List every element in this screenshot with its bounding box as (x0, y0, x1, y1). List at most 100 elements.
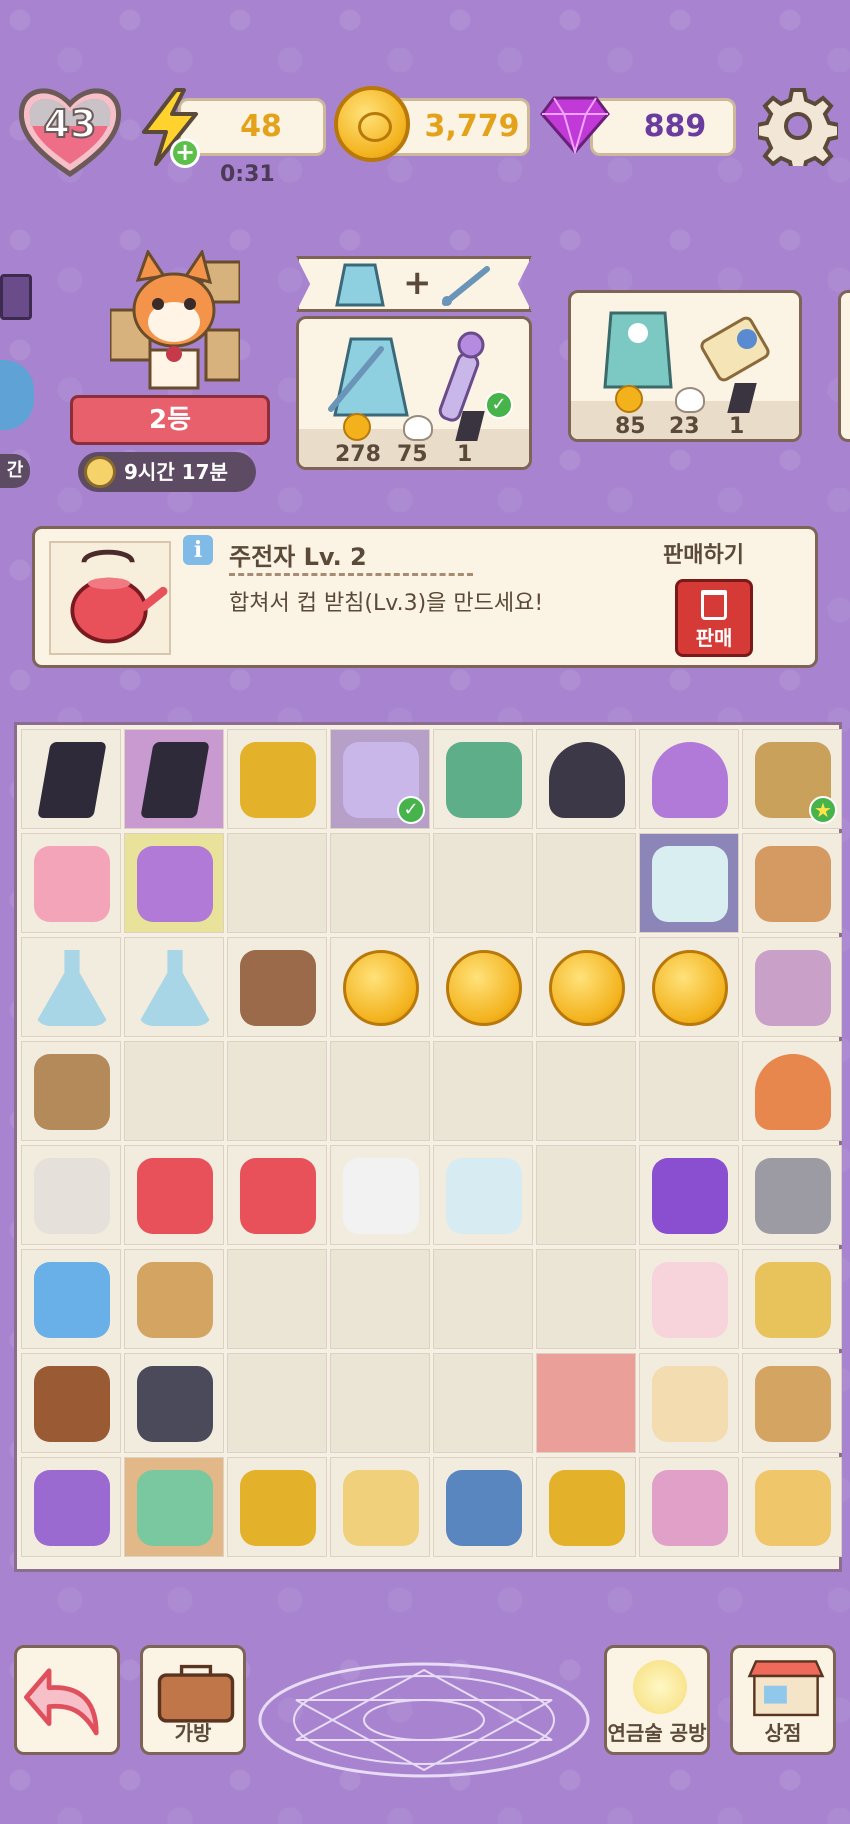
shop-button[interactable]: 상점 (730, 1645, 836, 1755)
flower-pink-icon (34, 846, 110, 922)
board-cell-mirror[interactable] (21, 1249, 121, 1349)
board-cell-bath[interactable] (639, 1457, 739, 1557)
board-cell-vest[interactable] (124, 1353, 224, 1453)
coin-icon (615, 385, 643, 413)
board-cell-empty[interactable] (536, 1353, 636, 1453)
board-cell-bones-cart[interactable] (742, 1457, 842, 1557)
board-cell-dino[interactable] (433, 729, 533, 829)
sell-button[interactable]: 판매 (675, 579, 753, 657)
undo-button[interactable] (14, 1645, 120, 1755)
cutting-board-icon (755, 846, 831, 922)
board-cell-crown[interactable] (227, 729, 327, 829)
board-cell-kettle[interactable] (227, 1145, 327, 1245)
board-cell-empty[interactable] (227, 1353, 327, 1453)
board-cell-toy-cart[interactable] (742, 1353, 842, 1453)
board-cell-chest-green[interactable] (124, 1457, 224, 1557)
board-cell-empty[interactable] (124, 1041, 224, 1141)
level-number: 43 (43, 101, 98, 147)
board-cell-bowl[interactable] (639, 833, 739, 933)
order-reward-banner: + (296, 256, 532, 312)
board-cell-wardrobe[interactable] (433, 1457, 533, 1557)
sell-button-label: 판매 (695, 626, 733, 650)
board-cell-kitchen-cart[interactable] (742, 1249, 842, 1349)
board-cell-empty[interactable] (330, 1041, 430, 1141)
board-cell-empty[interactable] (536, 1145, 636, 1245)
alchemy-icon (633, 1660, 687, 1714)
board-cell-flower-purple[interactable] (124, 833, 224, 933)
board-cell-chest-purple[interactable] (21, 1457, 121, 1557)
board-cell-scroll[interactable] (639, 1353, 739, 1453)
board-cell-harp[interactable] (124, 1249, 224, 1349)
board-cell-empty[interactable] (536, 833, 636, 933)
order-card-1[interactable]: ✓ 278 75 1 (296, 316, 532, 470)
settings-gear-icon[interactable] (758, 86, 838, 166)
board-cell-flower-pink[interactable] (21, 833, 121, 933)
board-cell-empty[interactable] (639, 1041, 739, 1141)
board-cell-coin-1[interactable] (639, 937, 739, 1037)
rank-event[interactable]: 2등 9시간 17분 (60, 230, 280, 492)
coin-icon (343, 413, 371, 441)
board-cell-coins-4[interactable] (433, 937, 533, 1037)
coin-1-icon (652, 950, 728, 1026)
board-cell-empty[interactable] (227, 833, 327, 933)
board-cell-scissors[interactable]: ★ (742, 729, 842, 829)
trash-icon (701, 590, 727, 620)
board-cell-cutting-board[interactable] (742, 833, 842, 933)
board-cell-card-dark-2[interactable] (124, 729, 224, 829)
board-cell-empty[interactable] (536, 1249, 636, 1349)
board-cell-branch[interactable] (21, 1041, 121, 1141)
board-cell-paw-gloves[interactable] (639, 1249, 739, 1349)
left-event-label: 간 (0, 454, 30, 488)
board-cell-coins-3[interactable] (536, 937, 636, 1037)
board-cell-mushroom-dark[interactable] (536, 729, 636, 829)
level-heart-icon[interactable]: 43 (14, 80, 126, 180)
board-cell-empty[interactable] (330, 1353, 430, 1453)
order1-coin-count: 278 (335, 442, 381, 467)
board-cell-chest-gold[interactable] (227, 1457, 327, 1557)
board-cell-empty[interactable] (433, 1041, 533, 1141)
board-cell-cup-glass[interactable] (21, 1145, 121, 1245)
bag-button[interactable]: 가방 (140, 1645, 246, 1755)
undo-arrow-icon (24, 1668, 99, 1736)
board-cell-mushroom-house[interactable] (742, 1041, 842, 1141)
board-cell-treasure[interactable] (536, 1457, 636, 1557)
board-cell-cabinet[interactable] (330, 1457, 430, 1557)
board-cell-wand-selected[interactable]: ✓ (330, 729, 430, 829)
board-cell-mushroom-purple[interactable] (639, 729, 739, 829)
collar-icon (34, 1366, 110, 1442)
board-cell-empty[interactable] (330, 833, 430, 933)
bag-label: 가방 (174, 1721, 212, 1745)
bath-icon (652, 1470, 728, 1546)
energy-timer: 0:31 (220, 162, 275, 187)
board-cell-card-dark[interactable] (21, 729, 121, 829)
board-cell-plate[interactable] (330, 1145, 430, 1245)
board-cell-brush[interactable] (227, 937, 327, 1037)
board-cell-empty[interactable] (227, 1249, 327, 1349)
alchemy-workshop-button[interactable]: 연금술 공방 (604, 1645, 710, 1755)
rank-ribbon: 2등 (70, 395, 270, 445)
mushroom-dark-icon (549, 742, 625, 818)
order-card-2[interactable]: 85 23 1 (568, 290, 802, 442)
board-cell-coins-2[interactable] (330, 937, 430, 1037)
board-cell-empty[interactable] (227, 1041, 327, 1141)
add-energy-button[interactable]: + (170, 138, 200, 168)
board-cell-collar[interactable] (21, 1353, 121, 1453)
board-cell-needle[interactable] (742, 937, 842, 1037)
board-cell-empty[interactable] (433, 1353, 533, 1453)
star-badge-icon: ★ (809, 796, 837, 824)
card-dark-icon (37, 742, 107, 818)
board-cell-empty[interactable] (536, 1041, 636, 1141)
board-cell-potion-feather[interactable] (124, 937, 224, 1037)
board-cell-empty[interactable] (433, 833, 533, 933)
info-icon[interactable]: i (183, 535, 213, 565)
board-cell-potion-clear[interactable] (21, 937, 121, 1037)
board-cell-empty[interactable] (433, 1249, 533, 1349)
order-card-3-partial[interactable] (838, 290, 850, 442)
left-event-partial[interactable]: 간 (0, 270, 34, 490)
board-cell-goblet[interactable] (433, 1145, 533, 1245)
board-cell-rock[interactable] (742, 1145, 842, 1245)
board-cell-mug[interactable] (124, 1145, 224, 1245)
board-cell-empty[interactable] (330, 1249, 430, 1349)
board-cell-crystal-rock[interactable] (639, 1145, 739, 1245)
order1-cat-count: 75 (397, 442, 428, 467)
